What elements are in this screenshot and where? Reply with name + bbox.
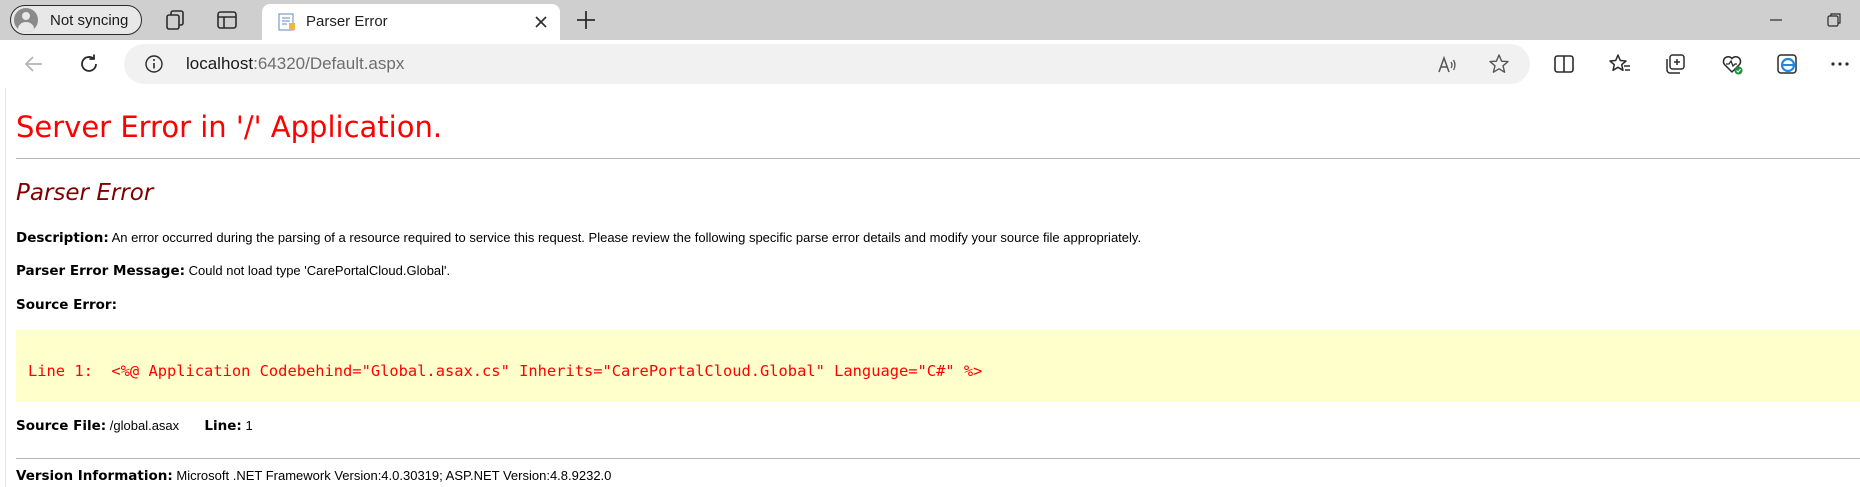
tab-actions-icon[interactable] bbox=[215, 8, 239, 32]
workspaces-icon[interactable] bbox=[163, 8, 187, 32]
description-text: An error occurred during the parsing of … bbox=[111, 230, 1142, 245]
tab-close-icon[interactable] bbox=[532, 13, 550, 31]
new-tab-icon[interactable] bbox=[574, 8, 598, 32]
parser-error-message-line: Parser Error Message: Could not load typ… bbox=[16, 263, 450, 279]
tab-title: Parser Error bbox=[306, 13, 388, 30]
source-error-label: Source Error: bbox=[16, 297, 117, 313]
source-error-line: Source Error: bbox=[16, 297, 117, 313]
page-title: Server Error in '/' Application. bbox=[16, 110, 443, 144]
tab-parser-error[interactable]: Parser Error bbox=[262, 4, 560, 40]
add-favorite-star-icon[interactable] bbox=[1488, 53, 1510, 75]
refresh-icon[interactable] bbox=[77, 52, 101, 76]
read-aloud-icon[interactable] bbox=[1436, 54, 1458, 76]
minimize-icon[interactable] bbox=[1764, 8, 1788, 32]
tab-strip: Not syncing Parser Error bbox=[0, 0, 1860, 40]
title-divider bbox=[16, 158, 1860, 159]
back-arrow-icon[interactable] bbox=[22, 52, 46, 76]
version-divider bbox=[16, 458, 1860, 459]
source-code-text: Line 1: <%@ Application Codebehind="Glob… bbox=[28, 362, 983, 380]
collections-icon[interactable] bbox=[1663, 52, 1687, 76]
page-content: Server Error in '/' Application. Parser … bbox=[5, 88, 1860, 487]
url-host: localhost bbox=[186, 54, 254, 73]
favorites-icon[interactable] bbox=[1608, 52, 1632, 76]
profile-button[interactable]: Not syncing bbox=[10, 5, 142, 35]
browser-essentials-heart-icon[interactable] bbox=[1720, 52, 1744, 76]
version-information-line: Version Information: Microsoft .NET Fram… bbox=[16, 468, 611, 484]
line-value: 1 bbox=[245, 418, 253, 433]
page-favicon-icon bbox=[278, 13, 295, 31]
profile-avatar-icon bbox=[14, 8, 38, 32]
error-subtitle: Parser Error bbox=[16, 180, 154, 206]
internet-explorer-mode-icon[interactable] bbox=[1775, 52, 1799, 76]
more-options-icon[interactable] bbox=[1828, 52, 1852, 76]
address-url[interactable]: localhost:64320/Default.aspx bbox=[186, 54, 404, 74]
version-text: Microsoft .NET Framework Version:4.0.303… bbox=[176, 468, 612, 483]
url-path: :64320/Default.aspx bbox=[253, 54, 405, 73]
profile-label: Not syncing bbox=[50, 11, 129, 29]
split-screen-icon[interactable] bbox=[1552, 52, 1576, 76]
source-code-box: Line 1: <%@ Application Codebehind="Glob… bbox=[16, 330, 1860, 402]
source-file-line: Source File: /global.asax Line: 1 bbox=[16, 418, 253, 434]
source-file-label: Source File: bbox=[16, 418, 107, 434]
description-line: Description: An error occurred during th… bbox=[16, 230, 1141, 246]
restore-icon[interactable] bbox=[1822, 8, 1846, 32]
version-label: Version Information: bbox=[16, 468, 173, 484]
navigation-bar: localhost:64320/Default.aspx bbox=[0, 40, 1860, 88]
address-bar[interactable]: localhost:64320/Default.aspx bbox=[124, 44, 1530, 84]
description-label: Description: bbox=[16, 230, 109, 246]
source-file-value: /global.asax bbox=[109, 418, 180, 433]
parser-error-message-label: Parser Error Message: bbox=[16, 263, 186, 279]
parser-error-message-text: Could not load type 'CarePortalCloud.Glo… bbox=[188, 263, 451, 278]
site-info-icon[interactable] bbox=[144, 54, 164, 74]
line-label: Line: bbox=[204, 418, 242, 434]
